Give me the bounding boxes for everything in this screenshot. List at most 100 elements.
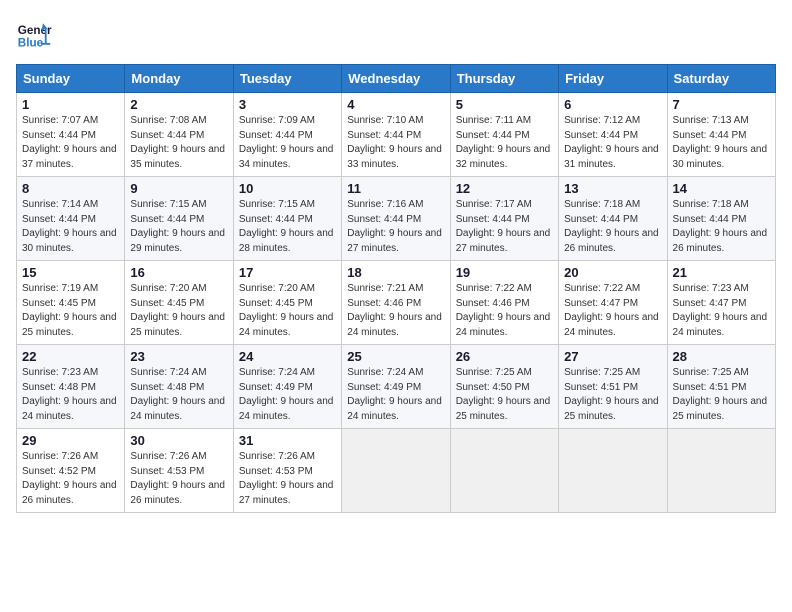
day-number: 31 bbox=[239, 433, 336, 448]
day-info: Sunrise: 7:24 AM Sunset: 4:49 PM Dayligh… bbox=[347, 367, 442, 422]
day-info: Sunrise: 7:07 AM Sunset: 4:44 PM Dayligh… bbox=[22, 115, 117, 170]
day-info: Sunrise: 7:10 AM Sunset: 4:44 PM Dayligh… bbox=[347, 115, 442, 170]
calendar-header-row: SundayMondayTuesdayWednesdayThursdayFrid… bbox=[17, 65, 776, 93]
calendar-cell: 19 Sunrise: 7:22 AM Sunset: 4:46 PM Dayl… bbox=[450, 261, 558, 345]
calendar-cell: 9 Sunrise: 7:15 AM Sunset: 4:44 PM Dayli… bbox=[125, 177, 233, 261]
calendar-cell bbox=[450, 429, 558, 513]
svg-text:Blue: Blue bbox=[18, 37, 44, 50]
calendar-cell: 3 Sunrise: 7:09 AM Sunset: 4:44 PM Dayli… bbox=[233, 93, 341, 177]
calendar-cell: 5 Sunrise: 7:11 AM Sunset: 4:44 PM Dayli… bbox=[450, 93, 558, 177]
day-number: 1 bbox=[22, 97, 119, 112]
day-info: Sunrise: 7:25 AM Sunset: 4:50 PM Dayligh… bbox=[456, 367, 551, 422]
calendar-cell: 1 Sunrise: 7:07 AM Sunset: 4:44 PM Dayli… bbox=[17, 93, 125, 177]
calendar-cell: 20 Sunrise: 7:22 AM Sunset: 4:47 PM Dayl… bbox=[559, 261, 667, 345]
calendar-cell: 26 Sunrise: 7:25 AM Sunset: 4:50 PM Dayl… bbox=[450, 345, 558, 429]
day-info: Sunrise: 7:13 AM Sunset: 4:44 PM Dayligh… bbox=[673, 115, 768, 170]
day-info: Sunrise: 7:11 AM Sunset: 4:44 PM Dayligh… bbox=[456, 115, 551, 170]
calendar-cell: 10 Sunrise: 7:15 AM Sunset: 4:44 PM Dayl… bbox=[233, 177, 341, 261]
day-number: 5 bbox=[456, 97, 553, 112]
day-info: Sunrise: 7:22 AM Sunset: 4:47 PM Dayligh… bbox=[564, 283, 659, 338]
day-number: 16 bbox=[130, 265, 227, 280]
day-number: 3 bbox=[239, 97, 336, 112]
day-number: 25 bbox=[347, 349, 444, 364]
calendar-cell: 28 Sunrise: 7:25 AM Sunset: 4:51 PM Dayl… bbox=[667, 345, 775, 429]
day-number: 6 bbox=[564, 97, 661, 112]
column-header-monday: Monday bbox=[125, 65, 233, 93]
column-header-sunday: Sunday bbox=[17, 65, 125, 93]
calendar-cell: 18 Sunrise: 7:21 AM Sunset: 4:46 PM Dayl… bbox=[342, 261, 450, 345]
day-number: 22 bbox=[22, 349, 119, 364]
day-number: 27 bbox=[564, 349, 661, 364]
day-number: 13 bbox=[564, 181, 661, 196]
column-header-thursday: Thursday bbox=[450, 65, 558, 93]
day-info: Sunrise: 7:14 AM Sunset: 4:44 PM Dayligh… bbox=[22, 199, 117, 254]
day-number: 28 bbox=[673, 349, 770, 364]
column-header-friday: Friday bbox=[559, 65, 667, 93]
svg-text:General: General bbox=[18, 24, 52, 37]
calendar-cell: 11 Sunrise: 7:16 AM Sunset: 4:44 PM Dayl… bbox=[342, 177, 450, 261]
calendar-cell: 22 Sunrise: 7:23 AM Sunset: 4:48 PM Dayl… bbox=[17, 345, 125, 429]
day-number: 20 bbox=[564, 265, 661, 280]
day-info: Sunrise: 7:22 AM Sunset: 4:46 PM Dayligh… bbox=[456, 283, 551, 338]
calendar-cell bbox=[342, 429, 450, 513]
calendar-cell: 15 Sunrise: 7:19 AM Sunset: 4:45 PM Dayl… bbox=[17, 261, 125, 345]
day-number: 11 bbox=[347, 181, 444, 196]
calendar-cell: 8 Sunrise: 7:14 AM Sunset: 4:44 PM Dayli… bbox=[17, 177, 125, 261]
day-number: 19 bbox=[456, 265, 553, 280]
day-info: Sunrise: 7:26 AM Sunset: 4:52 PM Dayligh… bbox=[22, 451, 117, 506]
calendar-week-5: 29 Sunrise: 7:26 AM Sunset: 4:52 PM Dayl… bbox=[17, 429, 776, 513]
day-number: 4 bbox=[347, 97, 444, 112]
day-info: Sunrise: 7:18 AM Sunset: 4:44 PM Dayligh… bbox=[673, 199, 768, 254]
day-info: Sunrise: 7:25 AM Sunset: 4:51 PM Dayligh… bbox=[564, 367, 659, 422]
day-info: Sunrise: 7:17 AM Sunset: 4:44 PM Dayligh… bbox=[456, 199, 551, 254]
day-number: 18 bbox=[347, 265, 444, 280]
calendar-cell: 24 Sunrise: 7:24 AM Sunset: 4:49 PM Dayl… bbox=[233, 345, 341, 429]
day-number: 23 bbox=[130, 349, 227, 364]
day-number: 15 bbox=[22, 265, 119, 280]
day-info: Sunrise: 7:21 AM Sunset: 4:46 PM Dayligh… bbox=[347, 283, 442, 338]
day-info: Sunrise: 7:19 AM Sunset: 4:45 PM Dayligh… bbox=[22, 283, 117, 338]
day-info: Sunrise: 7:25 AM Sunset: 4:51 PM Dayligh… bbox=[673, 367, 768, 422]
day-number: 7 bbox=[673, 97, 770, 112]
day-number: 10 bbox=[239, 181, 336, 196]
logo-icon: General Blue bbox=[16, 16, 52, 52]
day-info: Sunrise: 7:08 AM Sunset: 4:44 PM Dayligh… bbox=[130, 115, 225, 170]
day-info: Sunrise: 7:23 AM Sunset: 4:48 PM Dayligh… bbox=[22, 367, 117, 422]
logo: General Blue bbox=[16, 16, 58, 52]
calendar-week-1: 1 Sunrise: 7:07 AM Sunset: 4:44 PM Dayli… bbox=[17, 93, 776, 177]
day-info: Sunrise: 7:23 AM Sunset: 4:47 PM Dayligh… bbox=[673, 283, 768, 338]
column-header-saturday: Saturday bbox=[667, 65, 775, 93]
calendar-cell: 21 Sunrise: 7:23 AM Sunset: 4:47 PM Dayl… bbox=[667, 261, 775, 345]
day-number: 29 bbox=[22, 433, 119, 448]
calendar-week-3: 15 Sunrise: 7:19 AM Sunset: 4:45 PM Dayl… bbox=[17, 261, 776, 345]
day-number: 8 bbox=[22, 181, 119, 196]
calendar-cell: 29 Sunrise: 7:26 AM Sunset: 4:52 PM Dayl… bbox=[17, 429, 125, 513]
day-number: 26 bbox=[456, 349, 553, 364]
calendar-cell: 16 Sunrise: 7:20 AM Sunset: 4:45 PM Dayl… bbox=[125, 261, 233, 345]
calendar-week-2: 8 Sunrise: 7:14 AM Sunset: 4:44 PM Dayli… bbox=[17, 177, 776, 261]
day-number: 30 bbox=[130, 433, 227, 448]
day-info: Sunrise: 7:12 AM Sunset: 4:44 PM Dayligh… bbox=[564, 115, 659, 170]
day-number: 2 bbox=[130, 97, 227, 112]
day-info: Sunrise: 7:15 AM Sunset: 4:44 PM Dayligh… bbox=[239, 199, 334, 254]
calendar-cell: 12 Sunrise: 7:17 AM Sunset: 4:44 PM Dayl… bbox=[450, 177, 558, 261]
day-info: Sunrise: 7:16 AM Sunset: 4:44 PM Dayligh… bbox=[347, 199, 442, 254]
calendar-table: SundayMondayTuesdayWednesdayThursdayFrid… bbox=[16, 64, 776, 513]
calendar-cell: 23 Sunrise: 7:24 AM Sunset: 4:48 PM Dayl… bbox=[125, 345, 233, 429]
calendar-cell: 27 Sunrise: 7:25 AM Sunset: 4:51 PM Dayl… bbox=[559, 345, 667, 429]
day-number: 12 bbox=[456, 181, 553, 196]
calendar-cell: 13 Sunrise: 7:18 AM Sunset: 4:44 PM Dayl… bbox=[559, 177, 667, 261]
calendar-cell: 30 Sunrise: 7:26 AM Sunset: 4:53 PM Dayl… bbox=[125, 429, 233, 513]
day-info: Sunrise: 7:24 AM Sunset: 4:48 PM Dayligh… bbox=[130, 367, 225, 422]
calendar-cell: 6 Sunrise: 7:12 AM Sunset: 4:44 PM Dayli… bbox=[559, 93, 667, 177]
page-header: General Blue bbox=[16, 16, 776, 52]
day-info: Sunrise: 7:20 AM Sunset: 4:45 PM Dayligh… bbox=[239, 283, 334, 338]
day-info: Sunrise: 7:09 AM Sunset: 4:44 PM Dayligh… bbox=[239, 115, 334, 170]
day-number: 24 bbox=[239, 349, 336, 364]
day-info: Sunrise: 7:26 AM Sunset: 4:53 PM Dayligh… bbox=[130, 451, 225, 506]
calendar-cell bbox=[559, 429, 667, 513]
column-header-tuesday: Tuesday bbox=[233, 65, 341, 93]
day-info: Sunrise: 7:20 AM Sunset: 4:45 PM Dayligh… bbox=[130, 283, 225, 338]
calendar-cell bbox=[667, 429, 775, 513]
calendar-cell: 14 Sunrise: 7:18 AM Sunset: 4:44 PM Dayl… bbox=[667, 177, 775, 261]
